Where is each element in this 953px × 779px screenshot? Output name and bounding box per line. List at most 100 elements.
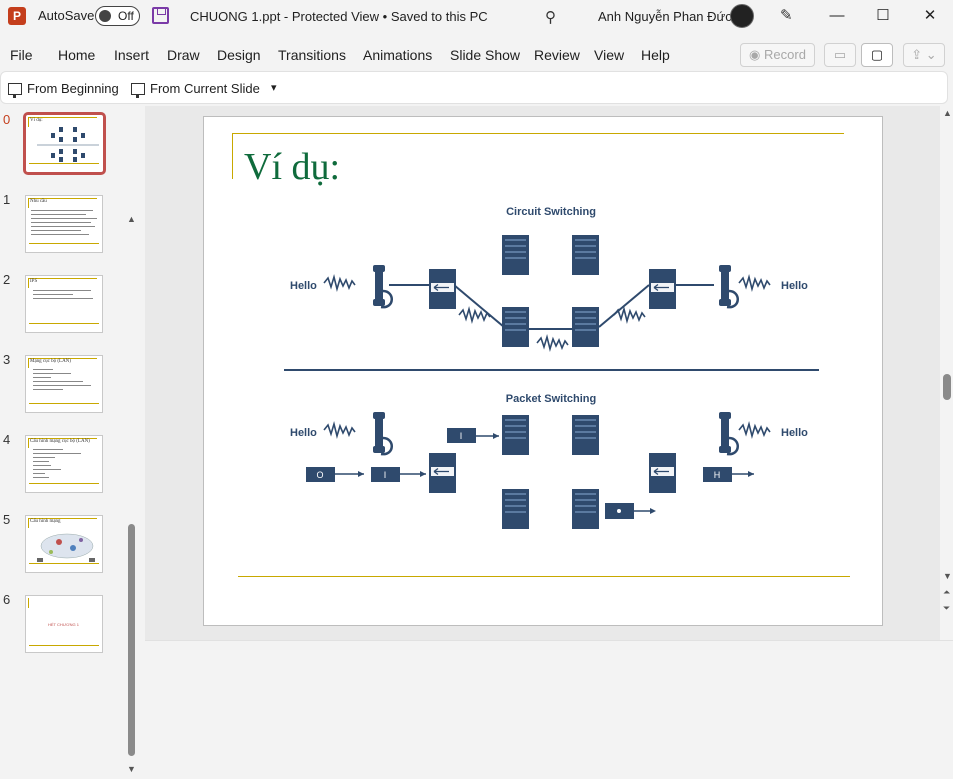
from-beginning-label: From Beginning (27, 81, 119, 96)
server-icon (572, 415, 599, 455)
title-rule (232, 133, 844, 134)
slide-scrollbar[interactable]: ▲ ▼ ⏶ ⏷ (940, 106, 953, 640)
user-name[interactable]: Anh Nguyễn Phan Đức (598, 9, 732, 24)
close-icon[interactable]: ✕ (910, 3, 950, 29)
slide-thumbnail-3[interactable]: Mạng cục bộ (LAN) (25, 355, 103, 413)
voice-wave (613, 308, 646, 322)
server-icon (502, 235, 529, 275)
thumb-center-text: HẾT CHƯƠNG 1 (48, 622, 79, 627)
from-current-icon (131, 82, 145, 98)
scroll-down-icon[interactable]: ▼ (943, 571, 952, 581)
phone-icon (371, 410, 394, 456)
thumb-text-lines (33, 449, 81, 478)
thumb-text-lines (33, 369, 91, 390)
scrollbar-thumb[interactable] (943, 374, 951, 400)
voice-wave (738, 423, 771, 437)
switch-icon (428, 452, 457, 494)
slide-number: 3 (3, 352, 11, 367)
switch-icon (428, 268, 457, 310)
hello-right-top: Hello (781, 280, 808, 292)
autosave-toggle[interactable]: Off (95, 6, 140, 26)
slide-thumbnail-6[interactable]: HẾT CHƯƠNG 1 (25, 595, 103, 653)
hello-left-bottom: Hello (290, 427, 317, 439)
current-slide[interactable]: Ví dụ: Circuit Switching Hello Hello Pac… (203, 116, 883, 626)
slide-thumbnail-1[interactable]: Nhu cầu (25, 195, 103, 253)
ribbon-more-icon[interactable]: ▾ (271, 81, 277, 94)
menu-transitions[interactable]: Transitions (278, 47, 346, 63)
toggle-knob (99, 10, 111, 22)
server-icon (572, 489, 599, 529)
menu-insert[interactable]: Insert (114, 47, 149, 63)
autosave-state: Off (118, 9, 134, 23)
phone-icon (717, 410, 740, 456)
title-vertical-rule (232, 133, 233, 179)
title-bar: P AutoSave Off CHUONG 1.ppt - Protected … (0, 0, 953, 33)
voice-wave (323, 276, 356, 290)
previous-slide-icon[interactable]: ⏶ (943, 587, 950, 598)
thumb-title: IPS (30, 279, 38, 284)
next-slide-icon[interactable]: ⏷ (943, 603, 950, 614)
comment-icon[interactable]: ▢ (861, 43, 893, 67)
voice-wave (536, 336, 569, 350)
menu-review[interactable]: Review (534, 47, 580, 63)
switch-icon (648, 268, 677, 310)
server-icon (502, 489, 529, 529)
pen-icon[interactable]: ✎ (780, 6, 793, 24)
scroll-up-icon[interactable]: ▲ (943, 108, 952, 118)
menu-view[interactable]: View (594, 47, 624, 63)
server-icon (502, 415, 529, 455)
phone-icon (371, 263, 394, 309)
search-icon[interactable]: ⚲ (545, 8, 556, 26)
from-beginning-icon (8, 82, 22, 98)
switching-diagram: Circuit Switching Hello Hello Packet Swi… (284, 206, 819, 529)
menu-file[interactable]: File (10, 47, 33, 63)
from-current-slide-button[interactable]: From Current Slide (131, 81, 260, 98)
thumb-title: Ví dụ: (30, 118, 43, 123)
slide-show-ribbon: From Beginning From Current Slide ▾ (0, 71, 948, 104)
hello-right-bottom: Hello (781, 427, 808, 439)
record-button[interactable]: ◉ Record (740, 43, 815, 67)
save-icon[interactable] (152, 7, 169, 24)
slide-number: 0 (3, 112, 11, 127)
slide-number: 4 (3, 432, 11, 447)
slide-thumbnail-0[interactable]: Ví dụ: (23, 112, 106, 175)
packet-switching-heading: Packet Switching (506, 393, 596, 405)
from-beginning-button[interactable]: From Beginning (8, 81, 119, 98)
avatar[interactable] (730, 4, 754, 28)
slide-thumbnail-5[interactable]: Cấu hình mạng (25, 515, 103, 573)
from-current-label: From Current Slide (150, 81, 260, 96)
share-icon[interactable]: ⇪ ⌄ (903, 43, 945, 67)
slide-number: 2 (3, 272, 11, 287)
thumb-text-lines (31, 210, 97, 235)
menu-draw[interactable]: Draw (167, 47, 200, 63)
scrollbar-thumb[interactable] (128, 524, 135, 756)
thumb-title: Cấu hình mạng cục bộ (LAN) (30, 439, 90, 444)
thumb-title: Nhu cầu (30, 199, 47, 204)
circuit-switching-heading: Circuit Switching (506, 206, 596, 218)
record-icon: ◉ (749, 47, 765, 62)
maximize-icon[interactable]: ☐ (863, 3, 903, 29)
scroll-down-icon[interactable]: ▼ (127, 764, 136, 774)
menu-slide-show[interactable]: Slide Show (450, 47, 520, 63)
server-icon (502, 307, 529, 347)
server-icon (572, 307, 599, 347)
powerpoint-logo-icon: P (8, 7, 26, 25)
document-title: CHUONG 1.ppt - Protected View • Saved to… (190, 9, 488, 24)
thumb-text-lines (33, 290, 93, 299)
bottom-rule (238, 576, 850, 577)
scroll-up-icon[interactable]: ▲ (127, 214, 136, 224)
slide-number: 1 (3, 192, 11, 207)
menu-home[interactable]: Home (58, 47, 95, 63)
slide-thumbnail-4[interactable]: Cấu hình mạng cục bộ (LAN) (25, 435, 103, 493)
minimize-icon[interactable]: — (817, 3, 857, 29)
menu-animations[interactable]: Animations (363, 47, 432, 63)
thumb-title: Mạng cục bộ (LAN) (30, 359, 71, 364)
packet-label: O (316, 470, 323, 480)
hello-left-top: Hello (290, 280, 317, 292)
slide-title[interactable]: Ví dụ: (244, 145, 340, 189)
menu-help[interactable]: Help (641, 47, 670, 63)
present-button[interactable]: ▭ (824, 43, 856, 67)
thumbnail-scrollbar[interactable]: ▲ ▼ (126, 212, 138, 779)
menu-design[interactable]: Design (217, 47, 261, 63)
slide-thumbnail-2[interactable]: IPS (25, 275, 103, 333)
